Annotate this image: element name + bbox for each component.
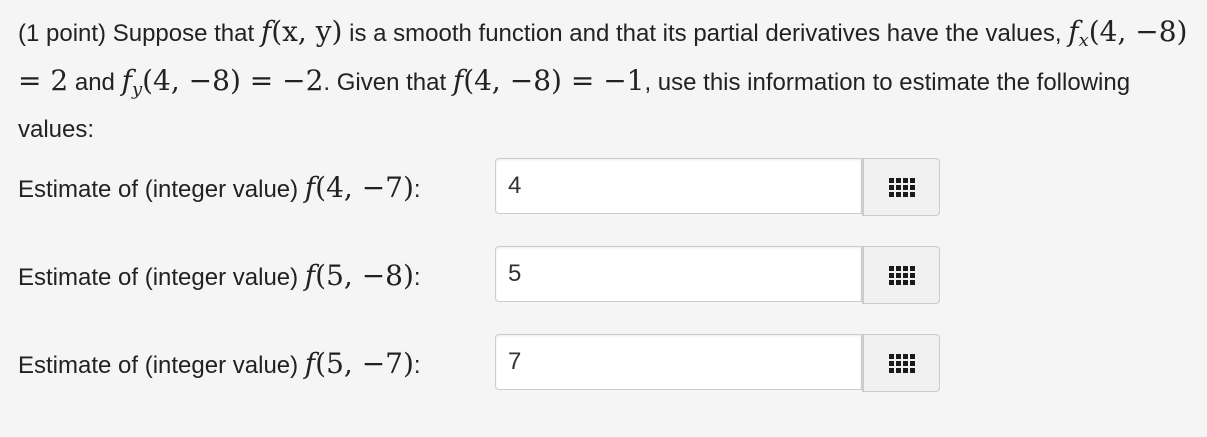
- grid-icon: [888, 265, 915, 285]
- answer-input-3[interactable]: [495, 334, 862, 390]
- answer-row-1: Estimate of (integer value) f(4, −7):: [18, 158, 940, 216]
- function-expression: f(x, y): [260, 15, 343, 48]
- answer-label-2: Estimate of (integer value) f(5, −8):: [18, 258, 421, 292]
- grid-icon: [888, 177, 915, 197]
- problem-text-3: . Given that: [323, 69, 453, 96]
- function-value-expression: f(4, −8) = −1: [452, 64, 645, 97]
- problem-text-1: is a smooth function and that its partia…: [342, 20, 1069, 47]
- answer-input-1[interactable]: [495, 158, 862, 214]
- problem-statement: (1 point) Suppose that f(x, y) is a smoo…: [18, 12, 1189, 150]
- answer-label-3: Estimate of (integer value) f(5, −7):: [18, 346, 421, 380]
- answer-row-3: Estimate of (integer value) f(5, −7):: [18, 334, 940, 392]
- answer-row-2: Estimate of (integer value) f(5, −8):: [18, 246, 940, 304]
- grid-icon: [888, 353, 915, 373]
- answer-label-1: Estimate of (integer value) f(4, −7):: [18, 170, 421, 204]
- answer-input-2[interactable]: [495, 246, 862, 302]
- partial-y-expression: fy(4, −8) = −2: [121, 64, 324, 100]
- equation-editor-button-3[interactable]: [862, 334, 940, 392]
- problem-text-2: and: [68, 69, 122, 96]
- problem-prefix: (1 point) Suppose that: [18, 20, 261, 47]
- equation-editor-button-2[interactable]: [862, 246, 940, 304]
- problem-container: (1 point) Suppose that f(x, y) is a smoo…: [0, 0, 1207, 437]
- equation-editor-button-1[interactable]: [862, 158, 940, 216]
